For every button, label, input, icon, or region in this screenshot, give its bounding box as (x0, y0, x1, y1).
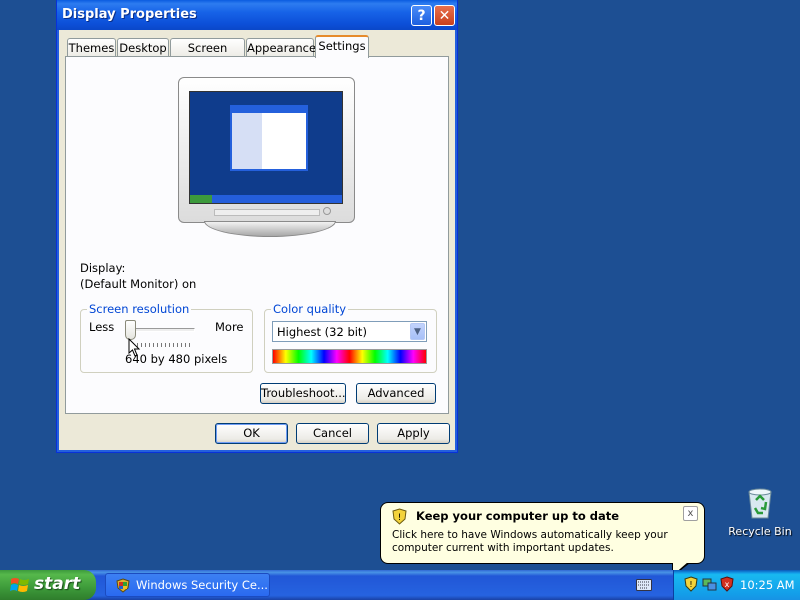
keyboard-icon[interactable] (636, 579, 652, 591)
monitor-preview (178, 77, 355, 223)
monitor-slot (214, 209, 320, 216)
chevron-down-icon[interactable]: ▼ (410, 323, 425, 340)
tab-screen-saver[interactable]: Screen Saver (170, 38, 245, 73)
display-value: (Default Monitor) on (80, 277, 197, 291)
close-button[interactable]: ✕ (434, 5, 455, 26)
window-title: Display Properties (62, 7, 197, 22)
balloon-text: Click here to have Windows automatically… (392, 529, 668, 554)
settings-panel: Display: (Default Monitor) on Screen res… (65, 56, 449, 414)
recycle-bin-label[interactable]: Recycle Bin (718, 525, 800, 538)
security-alert-icon[interactable]: x (720, 576, 734, 592)
troubleshoot-button[interactable]: Troubleshoot... (260, 383, 346, 404)
recycle-bin-icon[interactable] (744, 486, 776, 520)
taskbar-item-label: Windows Security Ce... (136, 578, 268, 592)
help-button[interactable]: ? (411, 5, 432, 26)
update-shield-icon[interactable]: ! (684, 576, 698, 592)
apply-button[interactable]: Apply (377, 423, 450, 444)
resolution-more-label: More (215, 320, 244, 334)
monitor-power-icon (323, 207, 331, 215)
mouse-cursor-icon (128, 338, 141, 357)
taskbar: start Windows Security Ce... ! x 10:25 A… (0, 570, 800, 600)
color-spectrum-bar (272, 349, 427, 364)
display-properties-window: Display Properties ? ✕ Themes Desktop Sc… (56, 0, 458, 453)
security-shield-icon (116, 578, 130, 593)
cancel-button[interactable]: Cancel (296, 423, 369, 444)
network-icon[interactable] (702, 577, 717, 592)
ok-button[interactable]: OK (215, 423, 288, 444)
title-bar[interactable]: Display Properties ? ✕ (57, 0, 457, 30)
svg-text:x: x (725, 580, 730, 589)
system-tray: ! x 10:25 AM (673, 570, 800, 600)
windows-logo-icon (10, 578, 29, 592)
color-quality-group: Color quality Highest (32 bit) ▼ (264, 302, 437, 373)
balloon-title: Keep your computer up to date (416, 509, 620, 523)
clock[interactable]: 10:25 AM (740, 578, 795, 592)
color-quality-value: Highest (32 bit) (277, 325, 367, 339)
screen-resolution-group: Screen resolution Less More 640 by 480 p… (80, 302, 253, 373)
svg-text:!: ! (398, 513, 402, 523)
color-quality-legend: Color quality (271, 302, 349, 316)
display-label: Display: (80, 261, 126, 275)
resolution-less-label: Less (89, 320, 115, 334)
shield-icon: ! (392, 508, 407, 525)
screen-resolution-legend: Screen resolution (87, 302, 192, 316)
mini-window (230, 105, 308, 171)
tab-appearance[interactable]: Appearance (246, 38, 316, 57)
advanced-button[interactable]: Advanced (356, 383, 436, 404)
tab-themes[interactable]: Themes (67, 38, 116, 57)
monitor-screen (189, 91, 343, 204)
svg-text:!: ! (689, 580, 692, 589)
tab-desktop[interactable]: Desktop (117, 38, 169, 57)
close-icon: ✕ (438, 7, 451, 24)
mini-taskbar (190, 195, 342, 203)
start-label: start (34, 574, 81, 594)
mini-start (190, 195, 212, 203)
color-quality-select[interactable]: Highest (32 bit) ▼ (272, 321, 427, 342)
monitor-stand (204, 221, 336, 237)
balloon-close-icon[interactable]: x (683, 506, 698, 521)
resolution-slider-thumb[interactable] (125, 320, 136, 340)
tab-settings[interactable]: Settings (315, 35, 369, 58)
update-balloon[interactable]: ! Keep your computer up to date Click he… (380, 502, 705, 564)
taskbar-item-security-center[interactable]: Windows Security Ce... (105, 573, 270, 597)
start-button[interactable]: start (0, 570, 96, 600)
